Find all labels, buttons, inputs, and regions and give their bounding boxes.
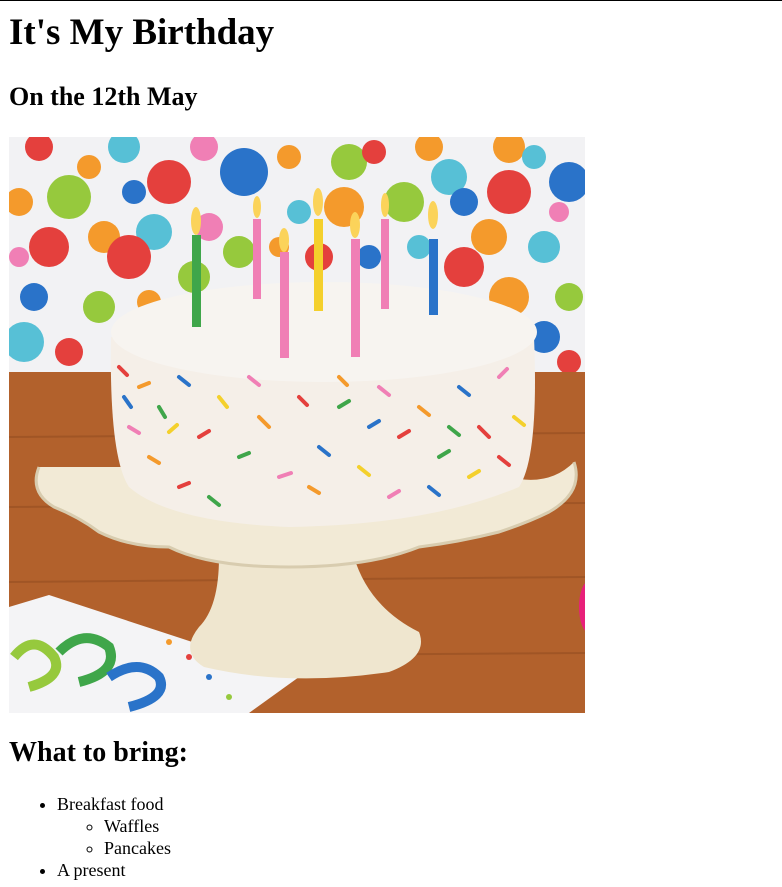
list-item-label: Pancakes [104,838,171,858]
cake-body [110,282,537,527]
date-subtitle: On the 12th May [9,82,198,111]
top-border [0,0,782,1]
list-item-label: Waffles [104,816,160,836]
list-item-label: Breakfast food [57,794,164,814]
cake-illustration [9,137,585,713]
sub-list: Waffles Pancakes [57,815,171,859]
what-to-bring-heading: What to bring: [9,737,188,768]
list-item-label: A present [57,860,126,880]
list-item: Pancakes [104,837,171,859]
list-item: Breakfast food Waffles Pancakes [57,793,171,859]
bring-list: Breakfast food Waffles Pancakes A presen… [9,793,171,881]
birthday-cake-image [9,137,585,713]
list-item: Waffles [104,815,171,837]
page-title: It's My Birthday [9,12,275,53]
list-item: A present [57,859,171,881]
